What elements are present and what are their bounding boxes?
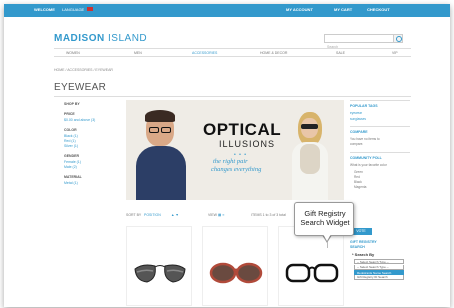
tag-link-eyewear[interactable]: eyewear [350,111,362,115]
search-type-option-id[interactable]: Gift Registry ID Search [354,275,404,280]
sort-direction-arrows[interactable]: ▲ ▼ [171,213,179,217]
material-heading: MATERIAL [64,175,82,179]
view-mode-toggle[interactable]: ▦ ≡ [218,213,224,217]
tag-link-sunglasses[interactable]: sunglasses [350,117,366,121]
poll-option-red[interactable]: Red [354,175,360,179]
product-card[interactable] [202,226,268,306]
gender-heading: GENDER [64,154,79,158]
cart-link[interactable]: MY CART [334,7,352,12]
site-logo[interactable]: MADISON ISLAND [54,33,147,44]
poll-option-magenta[interactable]: Magenta [354,185,366,189]
compare-text-2: compare. [350,142,364,146]
nav-item-sale[interactable]: SALE [336,51,345,55]
search-type-select[interactable]: -- Select Search Type -- [354,259,404,264]
product-grid [126,226,344,306]
callout-line-1: Gift Registry [304,209,346,218]
gift-registry-search-widget: GIFT REGISTRY SEARCH * Search By -- Sele… [350,238,410,292]
items-count: ITEMS 1 to 3 of 3 total [251,213,286,217]
gift-registry-callout: Gift Registry Search Widget [294,202,354,236]
shop-by-heading: SHOP BY [64,102,80,106]
nav-item-home-decor[interactable]: HOME & DECOR [260,51,287,55]
color-heading: COLOR [64,128,77,132]
registry-heading-1: GIFT REGISTRY [350,240,377,244]
poll-option-green[interactable]: Green [354,170,363,174]
man-with-glasses-image [136,110,186,200]
sort-by-label: SORT BY [126,213,142,217]
account-menu[interactable]: MY ACCOUNT [286,7,313,12]
divider [54,96,411,97]
banner-subtitle: ILLUSIONS [219,139,276,149]
product-card[interactable] [126,226,192,306]
callout-leader-line [327,242,328,248]
page-title: EYEWEAR [54,82,107,93]
banner-title: OPTICAL [203,120,282,139]
filter-gender-female[interactable]: Female (1) [64,160,81,164]
checkout-link[interactable]: CHECKOUT [367,7,390,12]
filter-color-black[interactable]: Black (1) [64,134,78,138]
top-bar: WELCOME LANGUAGE MY ACCOUNT MY CART CHEC… [4,4,450,17]
main-nav: WOMEN MEN ACCESSORIES HOME & DECOR SALE … [54,48,411,57]
view-label: VIEW [208,213,217,217]
right-sidebar: POPULAR TAGS eyewear sunglasses COMPARE … [350,100,410,230]
nav-item-women[interactable]: WOMEN [66,51,80,55]
browser-viewport: WELCOME LANGUAGE MY ACCOUNT MY CART CHEC… [4,4,450,307]
category-banner[interactable]: OPTICAL ILLUSIONS • • • the right pair c… [126,100,344,200]
language-selector[interactable]: LANGUAGE [62,7,84,12]
aviator-sunglasses-image [134,264,186,283]
product-card[interactable] [278,226,344,306]
welcome-text: WELCOME [34,7,55,12]
popular-tags-heading: POPULAR TAGS [350,104,378,108]
nav-item-men[interactable]: MEN [134,51,142,55]
flag-icon [87,7,93,11]
woman-with-sunglasses-image [288,112,332,200]
banner-tagline-2: changes everything [211,166,262,173]
filter-gender-male[interactable]: Male (2) [64,165,77,169]
registry-heading-2: SEARCH [350,245,365,249]
red-frame-sunglasses-image [209,262,263,284]
price-heading: PRICE [64,112,75,116]
nav-item-vip[interactable]: VIP [392,51,398,55]
filter-price[interactable]: $0.00 and above (3) [64,118,95,122]
sort-by-select[interactable]: POSITION [144,213,161,217]
poll-option-black[interactable]: Black [354,180,362,184]
filter-color-silver[interactable]: Silver (1) [64,144,78,148]
poll-question: What is your favorite color [350,163,387,167]
filter-material-metal[interactable]: Metal (1) [64,181,78,185]
callout-tail-inner [323,234,331,241]
callout-line-2: Search Widget [300,218,350,227]
filter-color-red[interactable]: Red (1) [64,139,76,143]
search-by-label: * Search By [352,252,375,257]
search-icon[interactable] [393,34,403,43]
black-frame-eyeglasses-image [285,263,339,283]
search-input[interactable]: Search [324,34,394,49]
banner-tagline-1: the right pair [213,158,248,165]
compare-heading: COMPARE [350,130,368,134]
nav-item-accessories[interactable]: ACCESSORIES [192,51,217,55]
compare-text-1: You have no items to [350,137,380,141]
breadcrumb[interactable]: HOME / ACCESSORIES / EYEWEAR [54,68,113,72]
community-poll-heading: COMMUNITY POLL [350,156,382,160]
